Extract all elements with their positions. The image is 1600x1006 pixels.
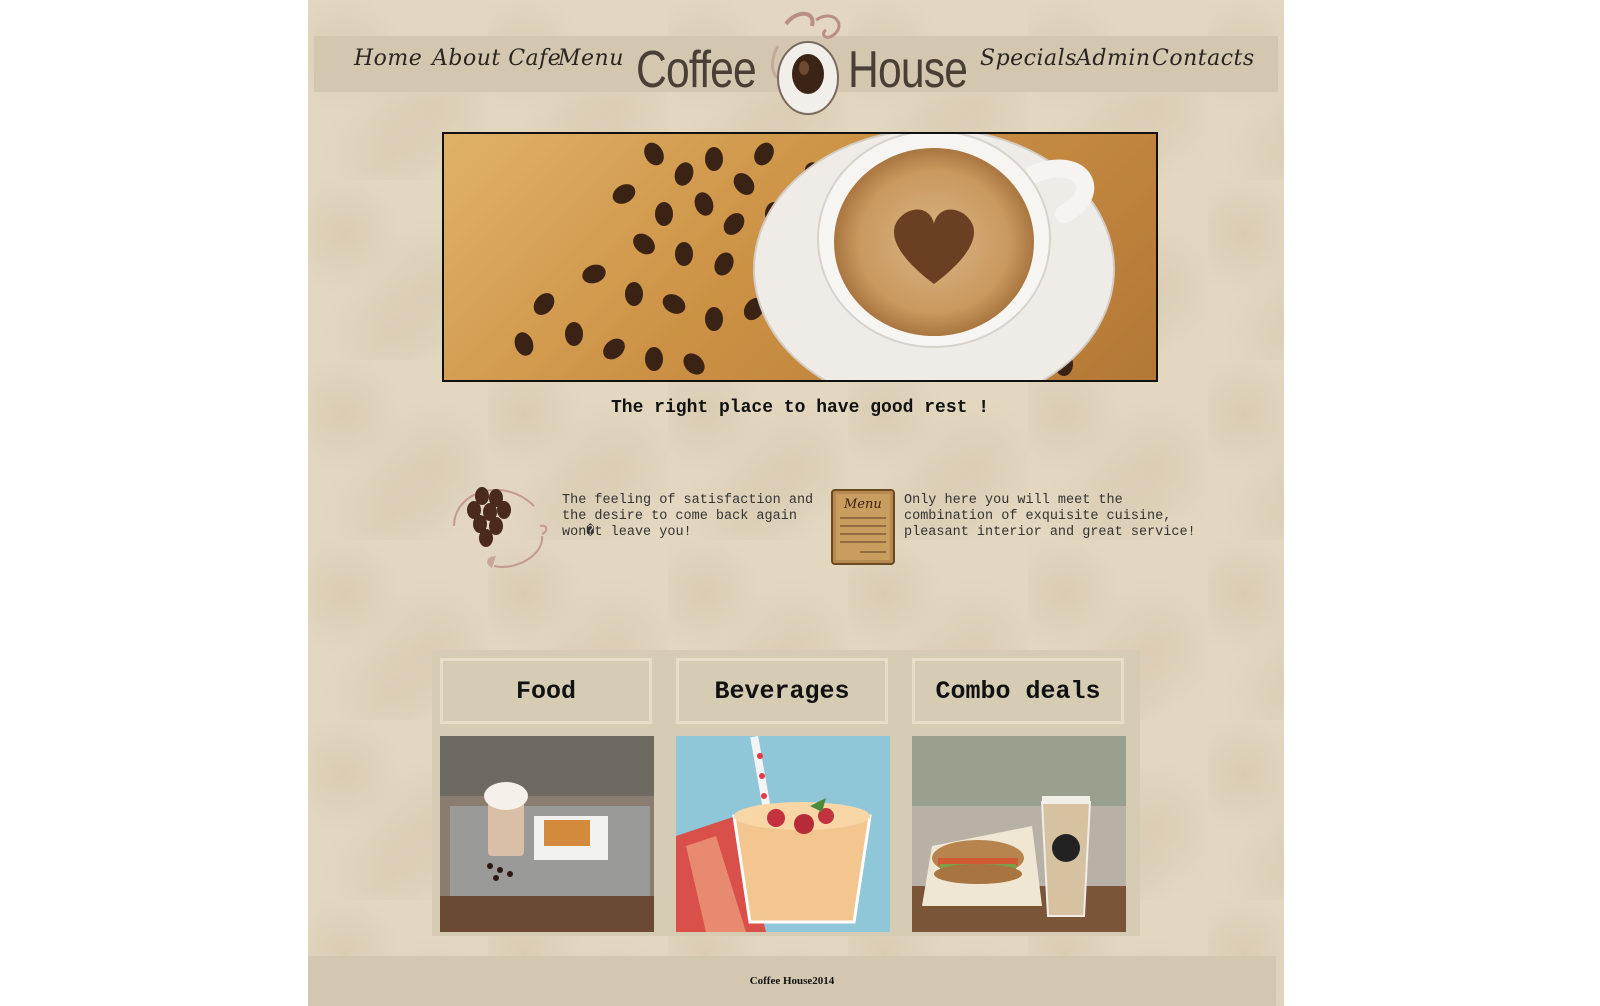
category-card-beverages[interactable]: Beverages (668, 650, 896, 936)
coffee-house-logo[interactable]: Coffee House (636, 6, 968, 116)
logo-word-house: House (848, 41, 968, 99)
coffee-cup-logo-icon (771, 11, 841, 115)
smoothie-photo (676, 736, 890, 932)
feature-text-exquisite-cuisine: Only here you will meet the combination … (904, 493, 1196, 540)
nav-link-admin[interactable]: Admin (1076, 46, 1151, 71)
menu-card-icon: Menu (831, 489, 895, 565)
food-photo[interactable] (440, 736, 654, 932)
sandwich-and-coffee-photo (912, 736, 1126, 932)
nav-link-about-cafe[interactable]: About Cafe (432, 46, 561, 71)
feature-text-satisfaction: The feeling of satisfaction and the desi… (562, 493, 814, 540)
category-title-beverages[interactable]: Beverages (676, 658, 888, 724)
coffee-and-cake-photo (440, 736, 654, 932)
combo-deals-photo[interactable] (912, 736, 1126, 932)
coffee-beans-icon (453, 487, 548, 568)
category-cards-section: Food Beverages Combo deals (432, 650, 1140, 936)
category-card-food[interactable]: Food (432, 650, 660, 936)
page-container: Home About Cafe Menu Specials Admin Cont… (308, 0, 1284, 1006)
category-title-food[interactable]: Food (440, 658, 652, 724)
category-title-combo-deals[interactable]: Combo deals (912, 658, 1124, 724)
nav-link-menu[interactable]: Menu (558, 46, 624, 71)
coffee-cup-with-beans-image (444, 134, 1156, 380)
beverages-photo[interactable] (676, 736, 890, 932)
nav-link-specials[interactable]: Specials (980, 46, 1077, 71)
nav-link-home[interactable]: Home (354, 46, 422, 71)
footer: Coffee House2014 (308, 956, 1276, 1006)
hero-banner-image (442, 132, 1158, 382)
logo-word-coffee: Coffee (636, 41, 757, 99)
category-card-combo-deals[interactable]: Combo deals (904, 650, 1132, 936)
svg-text:Menu: Menu (843, 497, 882, 512)
footer-copyright: Coffee House2014 (749, 975, 835, 987)
hero-tagline: The right place to have good rest ! (610, 398, 990, 418)
nav-link-contacts[interactable]: Contacts (1152, 46, 1255, 71)
